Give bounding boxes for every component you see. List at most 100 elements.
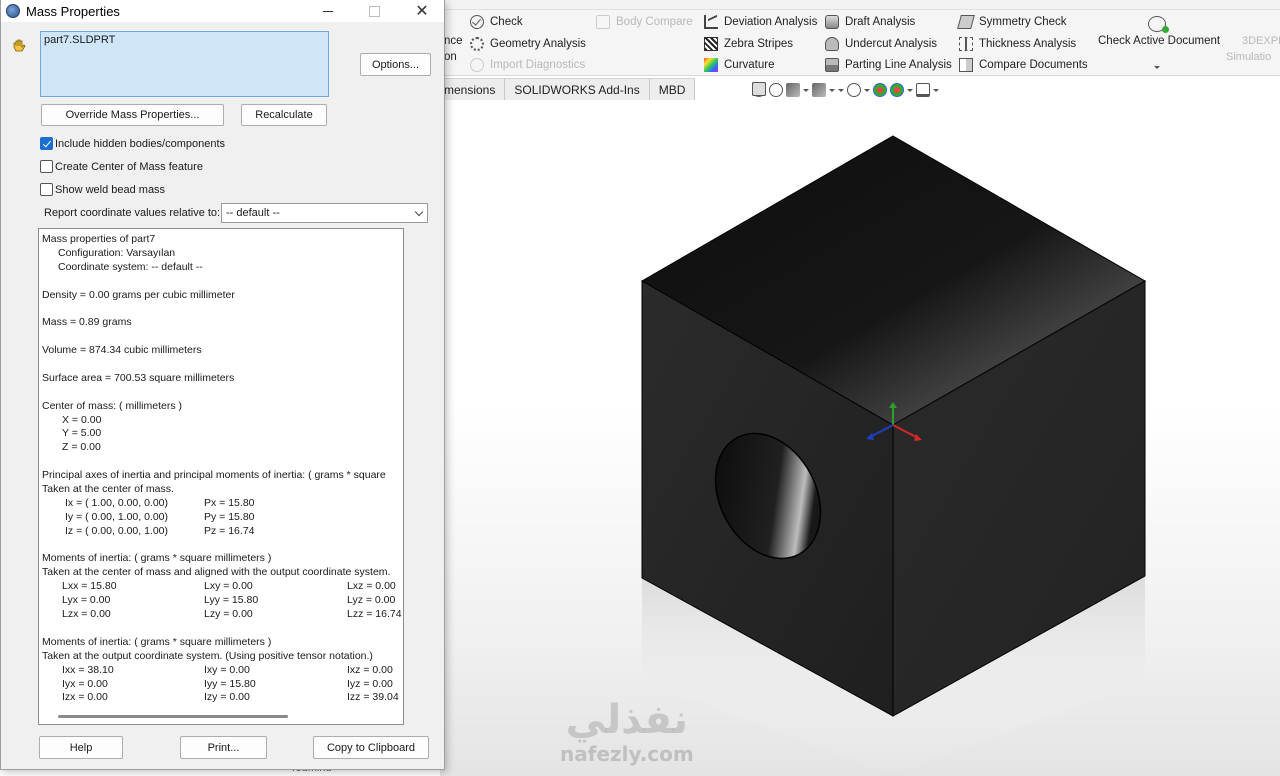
thickness-analysis-button[interactable]: Thickness Analysis: [959, 35, 1076, 53]
zebra-stripes-button[interactable]: Zebra Stripes: [704, 35, 793, 53]
deviation-analysis-button[interactable]: Deviation Analysis: [704, 13, 817, 31]
mass-properties-dialog: Mass Properties ✕ part7.SLDPRT Options..…: [0, 0, 445, 770]
chevron-down-icon[interactable]: [1154, 66, 1160, 69]
ribbon-fragment-label: on: [444, 51, 457, 63]
compare-documents-button[interactable]: Compare Documents: [959, 56, 1088, 74]
view-orientation-icon[interactable]: [812, 83, 826, 97]
section-view-icon[interactable]: [786, 83, 800, 97]
apply-scene-icon[interactable]: [890, 83, 904, 97]
geometry-analysis-button[interactable]: Geometry Analysis: [470, 35, 586, 53]
chevron-down-icon: [838, 88, 844, 92]
result-cell: Iyz = 0.00: [347, 677, 393, 690]
include-hidden-bodies-checkbox[interactable]: Include hidden bodies/components: [40, 137, 225, 150]
override-mass-properties-button[interactable]: Override Mass Properties...: [41, 104, 224, 126]
result-line: Taken at the center of mass.: [42, 483, 174, 496]
draft-analysis-icon: [825, 15, 839, 29]
results-text-area[interactable]: Mass properties of part7 Configuration: …: [38, 228, 404, 725]
parting-line-analysis-button[interactable]: Parting Line Analysis: [825, 56, 952, 74]
evaluate-ribbon: nce on Check Geometry Analysis Import Di…: [440, 10, 1280, 76]
symmetry-check-button[interactable]: Symmetry Check: [957, 13, 1067, 31]
hide-show-items-icon[interactable]: [847, 83, 861, 97]
simulation-fragment: Simulatio: [1226, 51, 1272, 63]
geometry-analysis-icon: [470, 37, 484, 51]
horizontal-scrollbar[interactable]: [58, 715, 288, 718]
maximize-button[interactable]: [359, 2, 389, 20]
selected-items-box[interactable]: part7.SLDPRT: [40, 31, 329, 97]
chevron-down-icon: [829, 88, 835, 92]
command-manager-tabs: mensions SOLIDWORKS Add-Ins MBD: [440, 78, 696, 100]
thickness-analysis-icon: [959, 37, 973, 51]
draft-analysis-button[interactable]: Draft Analysis: [825, 13, 915, 31]
undercut-analysis-button[interactable]: Undercut Analysis: [825, 35, 937, 53]
import-diagnostics-icon: [470, 58, 484, 72]
chevron-down-icon: [803, 88, 809, 92]
options-button[interactable]: Options...: [360, 53, 431, 76]
create-center-of-mass-checkbox[interactable]: Create Center of Mass feature: [40, 160, 203, 173]
result-line: Moments of inertia: ( grams * square mil…: [42, 635, 272, 648]
result-line: Taken at the output coordinate system. (…: [42, 649, 373, 662]
cube-model[interactable]: [440, 100, 1280, 776]
result-cell: Iyy = 15.80: [204, 677, 256, 690]
result-cell: Ix = ( 1.00, 0.00, 0.00): [65, 496, 169, 509]
check-icon: [470, 15, 484, 29]
view-settings-icon[interactable]: [916, 83, 930, 97]
result-cell: Ixy = 0.00: [204, 663, 250, 676]
close-icon[interactable]: ✕: [407, 2, 437, 20]
result-com-z: Z = 0.00: [62, 441, 101, 454]
checkbox-unchecked-icon[interactable]: [40, 160, 53, 173]
watermark-latin: nafezly.com: [560, 742, 694, 766]
check-button[interactable]: Check: [470, 13, 523, 31]
result-volume: Volume = 874.34 cubic millimeters: [42, 344, 202, 357]
result-cell: Lzx = 0.00: [62, 608, 111, 621]
result-cell: Lyz = 0.00: [347, 594, 396, 607]
result-line: Configuration: Varsayılan: [58, 246, 176, 259]
import-diagnostics-button[interactable]: Import Diagnostics: [470, 56, 585, 74]
deviation-analysis-icon: [704, 15, 718, 29]
coordinate-system-select[interactable]: -- default --: [221, 203, 428, 223]
body-compare-button[interactable]: Body Compare: [596, 13, 693, 31]
graphics-area[interactable]: [440, 100, 1280, 776]
result-cell: Lyx = 0.00: [62, 594, 111, 607]
dialog-title: Mass Properties: [26, 3, 120, 19]
check-active-document-button[interactable]: Check Active Document: [1098, 32, 1220, 50]
result-cell: Ixx = 38.10: [62, 663, 114, 676]
minimize-button[interactable]: [313, 2, 343, 20]
selected-item[interactable]: part7.SLDPRT: [44, 34, 115, 46]
display-style-icon[interactable]: [752, 82, 766, 96]
print-button[interactable]: Print...: [180, 736, 267, 759]
show-weld-bead-mass-checkbox[interactable]: Show weld bead mass: [40, 183, 165, 196]
chevron-down-icon: [414, 207, 424, 217]
tab-dimensions[interactable]: mensions: [440, 78, 506, 100]
check-active-document-icon: [1148, 16, 1169, 33]
tab-solidworks-add-ins[interactable]: SOLIDWORKS Add-Ins: [505, 78, 650, 100]
result-line: Mass properties of part7: [42, 233, 156, 245]
result-mass: Mass = 0.89 grams: [42, 316, 132, 329]
parting-line-analysis-icon: [825, 58, 839, 72]
coordinate-system-label: Report coordinate values relative to:: [44, 207, 221, 219]
copy-to-clipboard-button[interactable]: Copy to Clipboard: [313, 736, 429, 759]
result-cell: Iyx = 0.00: [62, 677, 108, 690]
result-cell: Izx = 0.00: [62, 691, 108, 704]
result-line: Taken at the center of mass and aligned …: [42, 566, 391, 579]
checkbox-unchecked-icon[interactable]: [40, 183, 53, 196]
result-line: Principal axes of inertia and principal …: [42, 469, 386, 482]
recalculate-button[interactable]: Recalculate: [241, 104, 327, 126]
result-com-x: X = 0.00: [62, 413, 102, 426]
result-line: Moments of inertia: ( grams * square mil…: [42, 552, 272, 565]
heads-up-view-toolbar: [752, 82, 939, 98]
result-cell: Izy = 0.00: [204, 691, 250, 704]
result-cell: Lxy = 0.00: [204, 580, 253, 593]
solidworks-app-icon: [6, 4, 20, 18]
tab-mbd[interactable]: MBD: [649, 78, 696, 100]
curvature-button[interactable]: Curvature: [704, 56, 775, 74]
dialog-title-bar[interactable]: Mass Properties ✕: [1, 0, 444, 22]
help-button[interactable]: Help: [39, 736, 123, 759]
result-cell: Lzy = 0.00: [204, 608, 253, 621]
edit-appearance-icon[interactable]: [873, 83, 887, 97]
checkbox-checked-icon[interactable]: [40, 137, 53, 150]
body-compare-icon: [596, 15, 610, 29]
result-line: Center of mass: ( millimeters ): [42, 399, 183, 412]
zoom-to-area-icon[interactable]: [769, 83, 783, 97]
result-line: Coordinate system: -- default --: [58, 260, 203, 273]
chevron-down-icon: [864, 88, 870, 92]
